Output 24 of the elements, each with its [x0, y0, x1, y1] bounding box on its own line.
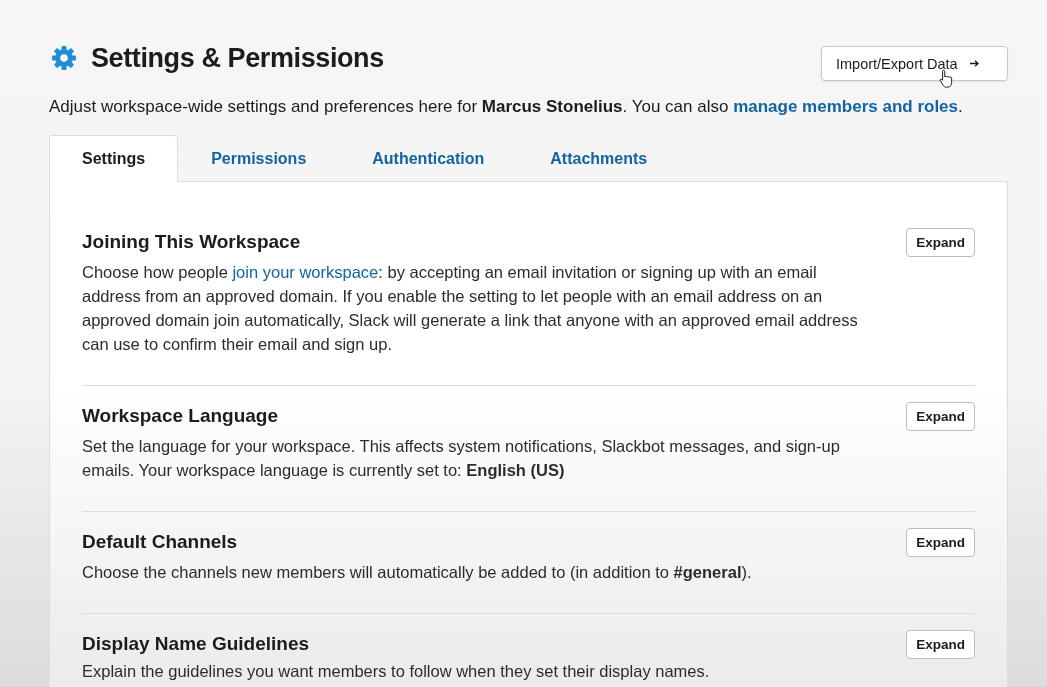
- section-description: Choose the channels new members will automatically be added to (in addition to #general).: [82, 562, 752, 583]
- section-description: Set the language for your workspace. This affects system notifications, Slackbot messages, and sign-up emails. Your workspace language is currently set to: English (US): [82, 436, 841, 481]
- arrow-icon: [969, 60, 979, 67]
- hand-cursor-icon: [939, 69, 953, 88]
- page-title: Settings & Permissions: [91, 42, 384, 75]
- expand-button[interactable]: Expand: [906, 228, 975, 257]
- section-title: Default Channels: [82, 530, 239, 554]
- inline-link[interactable]: manage members and roles: [733, 97, 958, 116]
- expand-button[interactable]: Expand: [906, 528, 975, 557]
- expand-button[interactable]: Expand: [906, 402, 975, 431]
- tab[interactable]: Authentication: [339, 135, 518, 182]
- tab[interactable]: Permissions: [178, 135, 340, 182]
- gear-icon: [52, 46, 76, 70]
- tab[interactable]: Settings: [49, 135, 179, 182]
- section-title: Display Name Guidelines: [82, 632, 311, 656]
- import-export-button[interactable]: Import/Export Data: [821, 46, 1008, 81]
- section-description: Choose how people join your workspace: by accepting an email invitation or signing up with an email address from an approved domain. If you enable the setting to let people with an email address on an approved domain join automatically, Slack will generate a link that anyone with an approved email address can use to confirm their email and sign up.: [82, 262, 859, 355]
- tab[interactable]: Attachments: [517, 135, 681, 182]
- section-title: Joining This Workspace: [82, 230, 302, 254]
- section-description: Explain the guidelines you want members to follow when they set their display names.: [82, 661, 710, 682]
- section-title: Workspace Language: [82, 404, 280, 428]
- expand-button[interactable]: Expand: [906, 630, 975, 659]
- inline-link[interactable]: join your workspace: [232, 263, 379, 281]
- page-description: Adjust workspace-wide settings and preferences here for Marcus Stonelius. You can also manage members and roles.: [49, 96, 964, 118]
